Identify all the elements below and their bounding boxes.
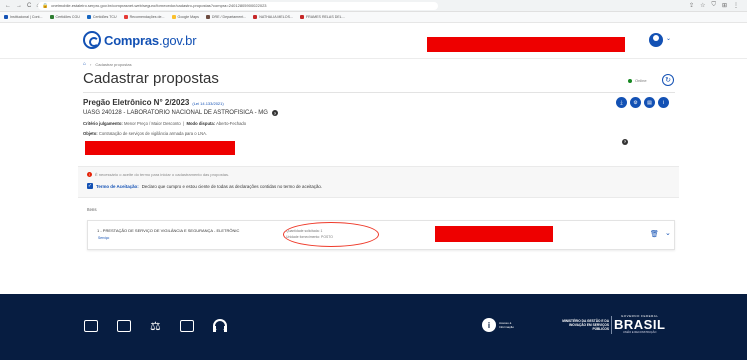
extension-icon[interactable]: ⛉ xyxy=(711,2,716,9)
status-dot-icon xyxy=(628,78,632,83)
lock-icon: 🔒 xyxy=(42,2,49,9)
browser-toolbar: ← → C ⌂ 🔒 cnetmobile.estaleiro.serpro.go… xyxy=(0,0,747,12)
divider xyxy=(611,316,612,334)
bookmark-item[interactable]: FRAMES RELAS DEL... xyxy=(299,15,345,19)
url-text: cnetmobile.estaleiro.serpro.gov.br/compr… xyxy=(51,3,267,8)
uasg-line: UASG 240128 - LABORATORIO NACIONAL DE AS… xyxy=(83,110,278,116)
bookmarks-bar: Institucional | Cont... Certidões CGU Ce… xyxy=(0,12,747,23)
back-icon[interactable]: ← xyxy=(5,3,11,9)
redacted-user-name xyxy=(427,37,625,52)
reload-icon[interactable]: C xyxy=(27,3,31,9)
itens-heading: Itens xyxy=(87,207,97,212)
refresh-button[interactable]: ↻ xyxy=(662,74,674,86)
bookmark-item[interactable]: Certidões TCU xyxy=(86,15,117,19)
bookmark-icon xyxy=(123,15,128,19)
redacted-value xyxy=(435,226,553,242)
help-icon[interactable]: ? xyxy=(271,110,278,116)
breadcrumb-current: Cadastrar propostas xyxy=(95,61,132,67)
bookmark-item[interactable]: Institucional | Cont... xyxy=(4,15,43,19)
page-title: Cadastrar propostas xyxy=(83,70,219,87)
compras-logo[interactable]: Compras.gov.br xyxy=(83,31,197,49)
acesso-informacao[interactable]: i Acesso à Informação xyxy=(482,318,521,332)
item-title: 1 - PRESTAÇÃO DE SERVIÇO DE VIGILÂNCIA E… xyxy=(97,228,240,233)
bookmark-item[interactable]: Google Maps xyxy=(171,15,199,19)
compras-logo-icon xyxy=(83,31,101,49)
bookmark-item[interactable]: Certidões CGU xyxy=(49,15,80,19)
menu-icon[interactable]: ⋮ xyxy=(733,2,739,9)
chevron-down-icon[interactable]: ⌄ xyxy=(666,35,671,42)
help-icon[interactable]: ? xyxy=(622,138,628,145)
document-icon[interactable]: ▤ xyxy=(644,97,655,108)
user-avatar-icon[interactable] xyxy=(649,33,663,47)
bookmark-icon xyxy=(49,15,54,19)
bookmark-item[interactable]: NATHALIA MELOS... xyxy=(253,15,293,19)
info-icon[interactable]: i xyxy=(658,97,669,108)
status-text: Online xyxy=(635,78,647,83)
forward-icon[interactable]: → xyxy=(16,3,22,9)
bookmark-icon xyxy=(171,15,176,19)
acceptance-checkbox[interactable]: ✓ xyxy=(87,183,93,189)
star-icon[interactable]: ☆ xyxy=(700,2,705,9)
id-card-icon[interactable] xyxy=(179,320,194,332)
breadcrumb: ⌂ › Cadastrar propostas xyxy=(83,61,132,67)
logo-text: Compras xyxy=(104,32,159,48)
bookmark-icon xyxy=(299,15,304,19)
settings-icon[interactable]: ⚙ xyxy=(630,97,641,108)
lei-link[interactable]: (Lei 14.133/2021) xyxy=(192,101,223,106)
chevron-down-icon[interactable]: ⌄ xyxy=(665,229,671,237)
uasg-text: UASG 240128 - LABORATORIO NACIONAL DE AS… xyxy=(83,110,268,116)
bookmark-icon xyxy=(86,15,91,19)
redacted-block xyxy=(85,141,235,155)
acceptance-panel xyxy=(78,166,679,198)
acceptance-text: Declaro que cumpro e estou ciente de tod… xyxy=(141,183,323,189)
acceptance-checkbox-row[interactable]: ✓ Termo de Aceitação: Declaro que cumpro… xyxy=(87,183,322,189)
newspaper-icon[interactable] xyxy=(84,320,98,332)
warning-text: É necessário o aceite do termo para inic… xyxy=(95,172,230,177)
warning-message: ! É necessário o aceite do termo para in… xyxy=(87,172,229,177)
share-icon[interactable]: ⇪ xyxy=(689,2,694,9)
pregao-actions: ⤓ ⚙ ▤ i xyxy=(616,97,669,108)
divider xyxy=(83,92,675,93)
logo-suffix: .gov.br xyxy=(158,32,197,48)
address-bar[interactable]: 🔒 cnetmobile.estaleiro.serpro.gov.br/com… xyxy=(38,1,438,10)
ministerio-text: MINISTÉRIO DA GESTÃO E DA INOVAÇÃO EM SE… xyxy=(562,319,609,331)
footer-icons: ⚖ xyxy=(84,319,227,333)
acesso-text: Acesso à Informação xyxy=(499,321,515,329)
list-item[interactable] xyxy=(87,220,675,250)
pregao-title: Pregão Eletrônico N° 2/2023 (Lei 14.133/2… xyxy=(83,98,224,107)
gov-brasil-logo: GOVERNO FEDERAL BRASIL UNIÃO E RECONSTRU… xyxy=(614,314,666,334)
highlight-annotation xyxy=(283,222,379,247)
bookmark-icon xyxy=(253,15,258,19)
money-icon[interactable] xyxy=(117,320,131,332)
objeto-line: Objeto: Contratação de serviços de vigil… xyxy=(83,131,208,136)
download-icon[interactable]: ⤓ xyxy=(616,97,627,108)
item-subtitle: Serviço xyxy=(98,236,110,240)
bookmark-icon xyxy=(205,15,210,19)
home-icon[interactable]: ⌂ xyxy=(83,61,86,67)
site-header: Compras.gov.br ⌄ xyxy=(0,23,747,59)
info-icon: i xyxy=(482,318,496,332)
bookmark-icon xyxy=(4,15,8,19)
trash-icon[interactable]: 🗑 xyxy=(650,230,659,238)
bookmark-item[interactable]: Recomendações de... xyxy=(123,15,165,19)
browser-nav: ← → C ⌂ xyxy=(0,3,40,9)
status-online: Online xyxy=(628,78,647,83)
headset-icon[interactable] xyxy=(212,319,227,333)
scale-icon[interactable]: ⚖ xyxy=(150,320,161,332)
bookmark-item[interactable]: DRE / Departament... xyxy=(205,15,246,19)
alert-icon: ! xyxy=(87,172,92,177)
window-icon[interactable]: ⊞ xyxy=(722,2,727,9)
termo-link[interactable]: Termo de Aceitação: xyxy=(96,184,139,189)
criterio-line: Critério julgamento: Menor Preço / Maior… xyxy=(83,121,247,126)
browser-actions: ⇪ ☆ ⛉ ⊞ ⋮ xyxy=(689,2,747,9)
